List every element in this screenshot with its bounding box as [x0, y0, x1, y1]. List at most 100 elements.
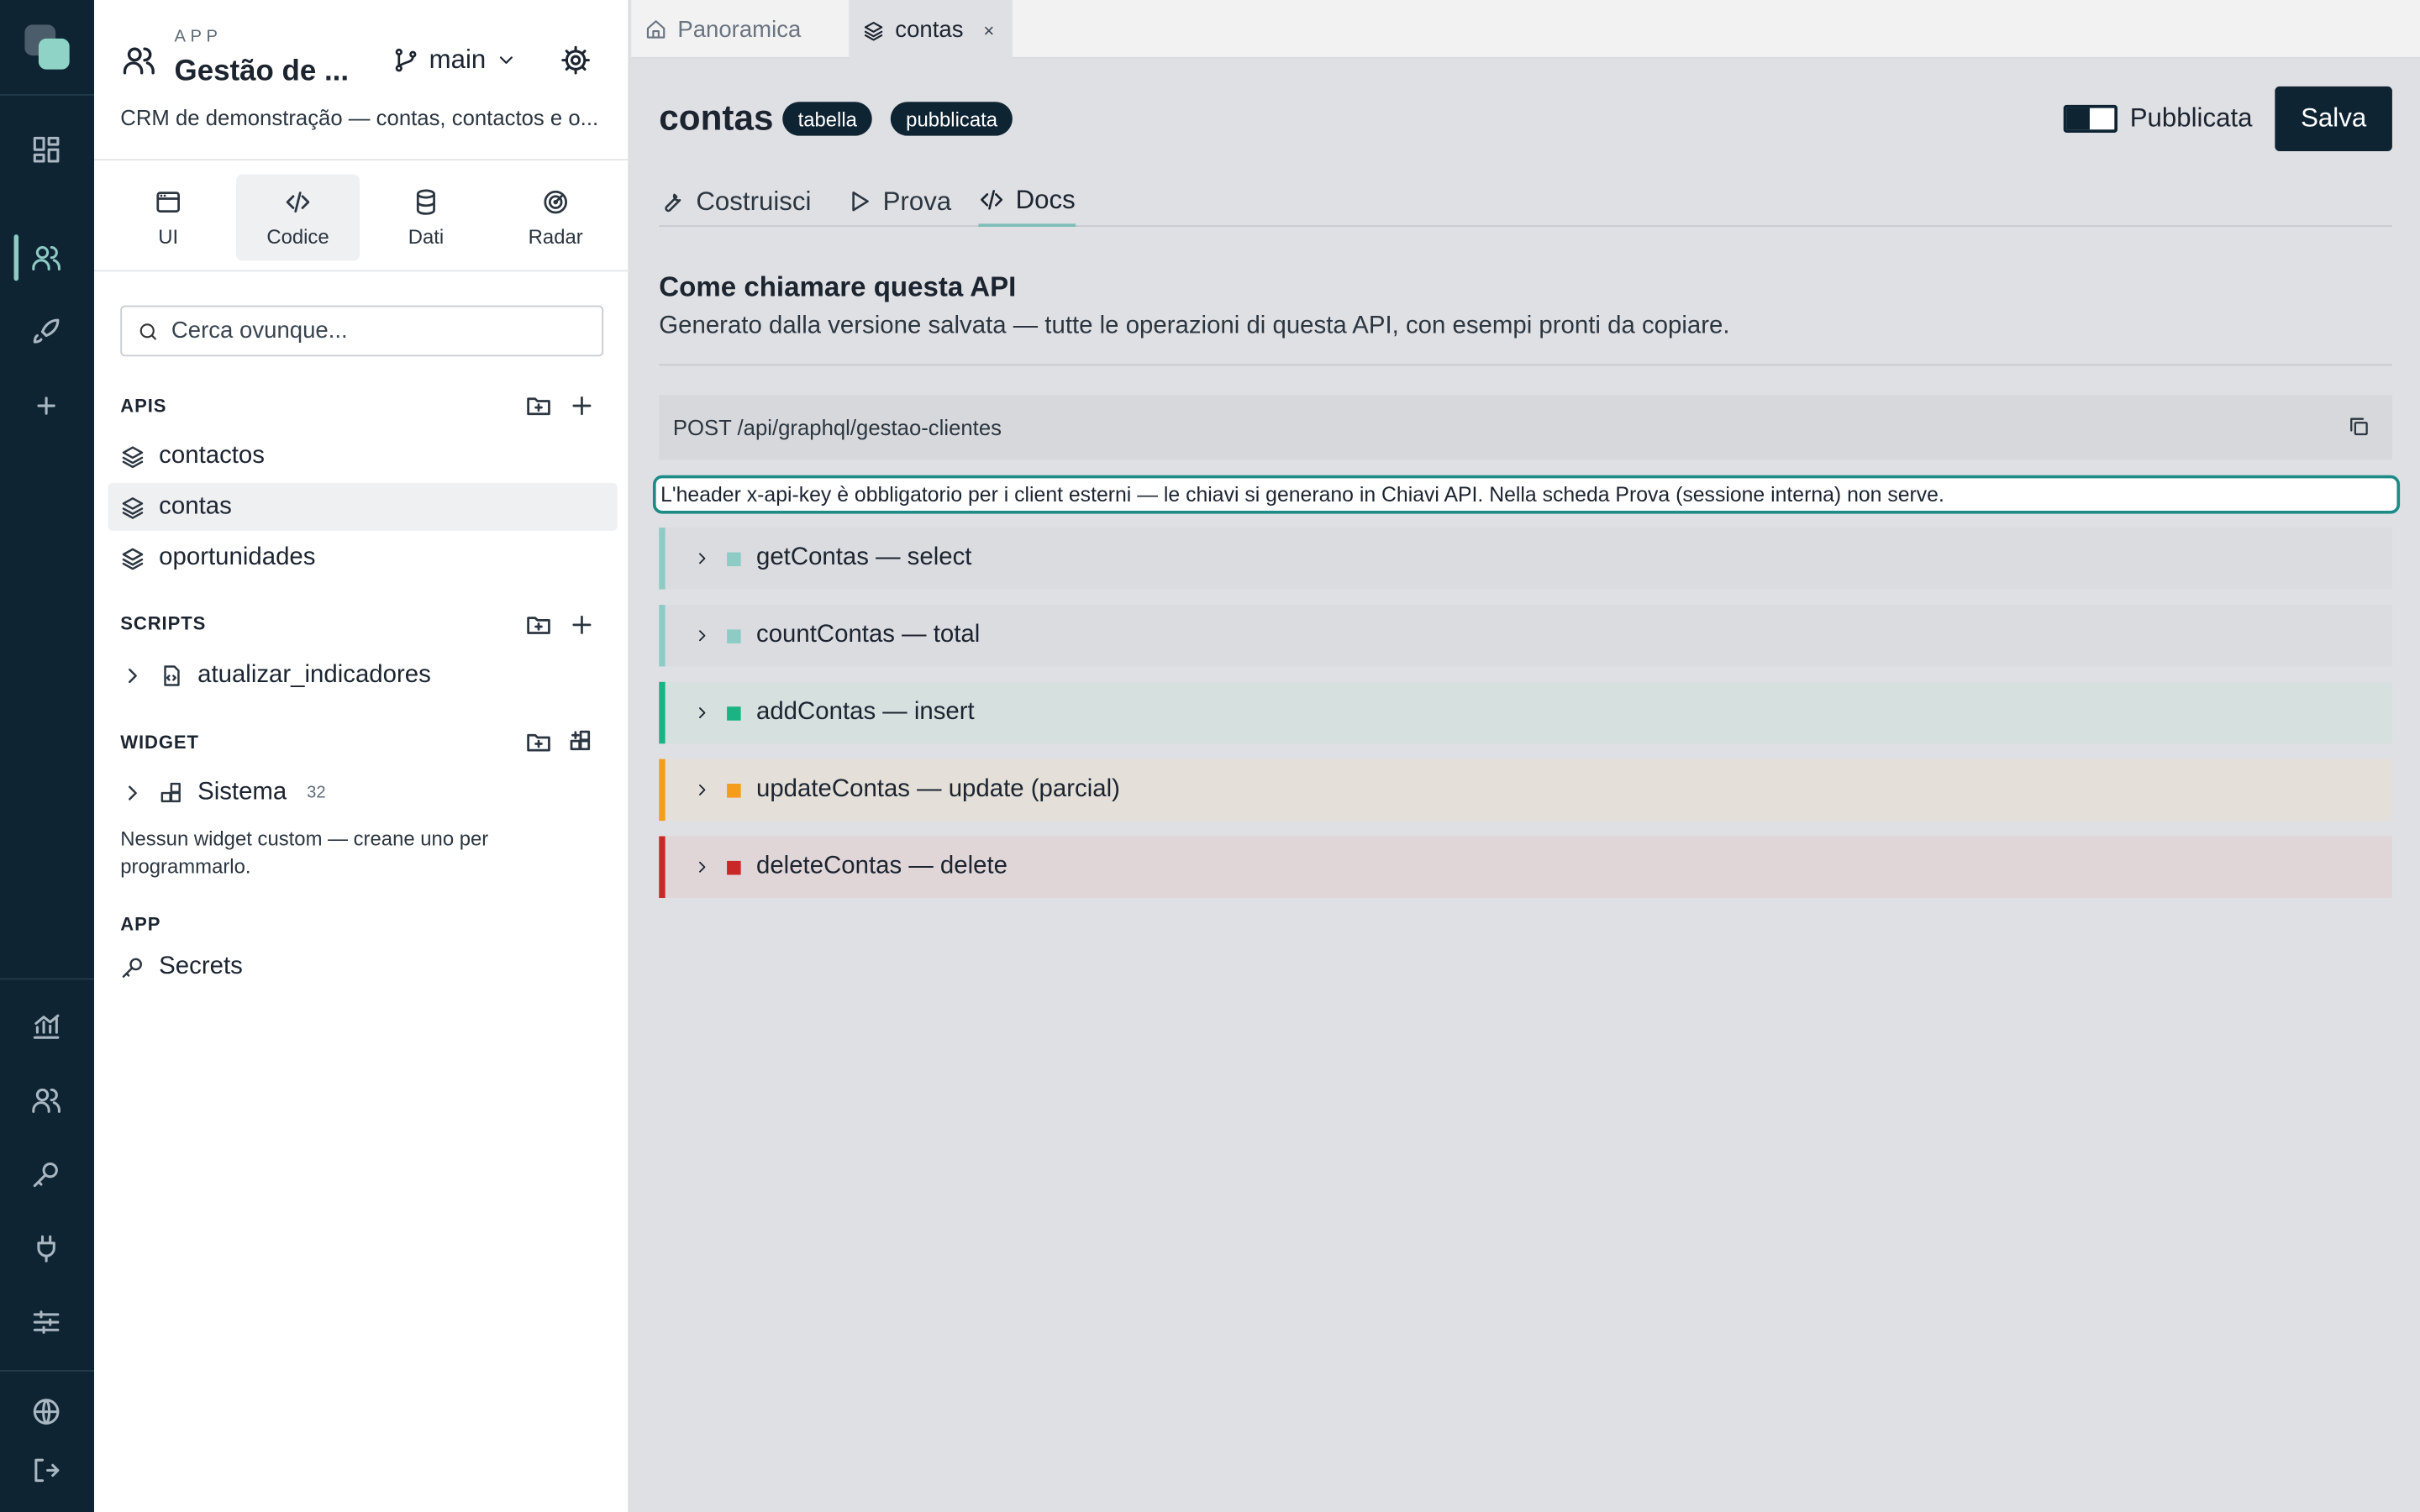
layers-icon [120, 495, 145, 519]
tab-bar: Panoramica contas × [631, 0, 2420, 60]
copy-icon[interactable] [2348, 415, 2371, 438]
operation-row[interactable]: addContas — insert [659, 681, 2392, 744]
tab-contas[interactable]: contas × [849, 0, 1013, 60]
chevron-right-icon [693, 780, 712, 799]
operation-row[interactable]: deleteContas — delete [659, 836, 2392, 898]
globe-icon[interactable] [31, 1396, 62, 1427]
type-badge: tabella [782, 102, 873, 136]
add-widget-icon[interactable] [568, 728, 596, 756]
sliders-icon[interactable] [31, 1307, 62, 1338]
hint-text: L'header x-api-key è obbligatorio per i … [660, 482, 1944, 507]
method-dot [727, 706, 741, 720]
endpoint-text: POST /api/graphql/gestao-clientes [672, 415, 1002, 440]
widgets-icon [159, 780, 183, 804]
chevron-right-icon[interactable] [120, 663, 145, 687]
sidebar: APP Gestão de ... main CRM de demonstraç… [94, 0, 630, 1512]
subtab-prova[interactable]: Prova [846, 176, 952, 227]
code-icon [284, 187, 312, 215]
add-icon[interactable] [568, 611, 596, 638]
section-title-apis: APIS [120, 395, 167, 417]
docs-heading: Come chiamare questa API [659, 271, 1017, 302]
add-icon[interactable] [31, 391, 62, 422]
endpoint-box: POST /api/graphql/gestao-clientes [659, 395, 2392, 460]
publish-toggle[interactable] [2063, 104, 2118, 133]
operation-label: addContas — insert [755, 699, 975, 726]
new-folder-icon[interactable] [524, 392, 552, 420]
api-key-hint: L'header x-api-key è obbligatorio per i … [652, 475, 2401, 514]
subtab-docs[interactable]: Docs [978, 176, 1076, 227]
page-title: contas [659, 97, 774, 138]
mode-label: Radar [528, 224, 583, 248]
mode-tab-ui[interactable]: UI [107, 175, 230, 261]
docs-lead: Generato dalla versione salvata — tutte … [659, 312, 1730, 340]
search-box[interactable] [120, 305, 604, 357]
method-dot [727, 628, 741, 643]
operation-row[interactable]: updateContas — update (parcial) [659, 759, 2392, 822]
dashboard-icon[interactable] [31, 134, 62, 165]
sidebar-item-contactos[interactable]: contactos [108, 432, 618, 480]
key-icon [120, 954, 145, 979]
sidebar-item-label: Sistema [197, 778, 287, 805]
section-title-app: APP [120, 913, 161, 936]
sidebar-item-label: contas [159, 492, 232, 520]
chevron-right-icon [693, 549, 712, 568]
subtab-label: Docs [1015, 184, 1076, 214]
mode-label: UI [158, 224, 179, 248]
tab-label: contas [895, 17, 964, 44]
plug-icon[interactable] [31, 1233, 62, 1264]
git-branch-icon [392, 46, 420, 74]
subtab-costruisci[interactable]: Costruisci [659, 176, 811, 227]
sidebar-item-label: atualizar_indicadores [197, 661, 431, 688]
search-input[interactable] [171, 318, 588, 344]
script-file-icon [159, 663, 183, 687]
mode-label: Codice [266, 224, 329, 248]
operation-row[interactable]: countContas — total [659, 604, 2392, 667]
close-tab-icon[interactable]: × [983, 19, 994, 41]
branch-label: main [429, 45, 487, 75]
sidebar-item-sistema[interactable]: Sistema 32 [108, 769, 618, 816]
sub-tabs: Costruisci Prova Docs [659, 170, 2392, 227]
method-dot [727, 783, 741, 797]
branch-selector[interactable]: main [392, 45, 518, 76]
rocket-icon[interactable] [31, 317, 62, 348]
operation-row[interactable]: getContas — select [659, 528, 2392, 590]
save-button[interactable]: Salva [2275, 86, 2392, 151]
key-icon[interactable] [31, 1158, 62, 1189]
sidebar-item-oportunidades[interactable]: oportunidades [108, 534, 618, 582]
chevron-right-icon [693, 704, 712, 722]
sidebar-item-label: contactos [159, 442, 265, 469]
method-dot [727, 551, 741, 566]
chevron-right-icon[interactable] [120, 780, 145, 804]
database-icon [412, 187, 439, 215]
operation-label: getContas — select [755, 544, 972, 571]
sidebar-item-atualizar-indicadores[interactable]: atualizar_indicadores [108, 651, 618, 699]
publish-toggle-label: Pubblicata [2129, 103, 2253, 133]
widget-empty-note: Nessun widget custom — creane uno per pr… [120, 827, 489, 879]
app-kicker: APP [174, 28, 223, 47]
add-icon[interactable] [568, 392, 596, 420]
chevron-right-icon [693, 627, 712, 645]
mode-tab-radar[interactable]: Radar [494, 175, 618, 261]
sidebar-item-contas[interactable]: contas [108, 482, 618, 531]
app-logo[interactable] [24, 24, 71, 71]
divider [659, 364, 2392, 366]
left-rail [0, 0, 95, 1512]
logout-icon[interactable] [31, 1455, 62, 1486]
mode-tab-codice[interactable]: Codice [236, 174, 360, 261]
main-panel: Panoramica contas × contas tabella pubbl… [631, 0, 2420, 1512]
analytics-icon[interactable] [31, 1011, 62, 1042]
users-icon[interactable] [31, 242, 62, 273]
new-folder-icon[interactable] [524, 728, 552, 756]
home-icon [645, 18, 667, 40]
tab-panoramica[interactable]: Panoramica [631, 0, 815, 59]
sidebar-item-secrets[interactable]: Secrets [108, 942, 618, 990]
tab-label: Panoramica [677, 16, 802, 43]
new-folder-icon[interactable] [524, 611, 552, 638]
gear-icon[interactable] [560, 45, 592, 76]
subtab-label: Prova [882, 186, 952, 216]
chevron-down-icon [495, 50, 517, 71]
mode-tab-dati[interactable]: Dati [364, 175, 487, 261]
team-icon[interactable] [31, 1084, 62, 1116]
operation-label: updateContas — update (parcial) [755, 775, 1120, 803]
mode-tabs: UI Codice Dati Radar [94, 160, 630, 272]
